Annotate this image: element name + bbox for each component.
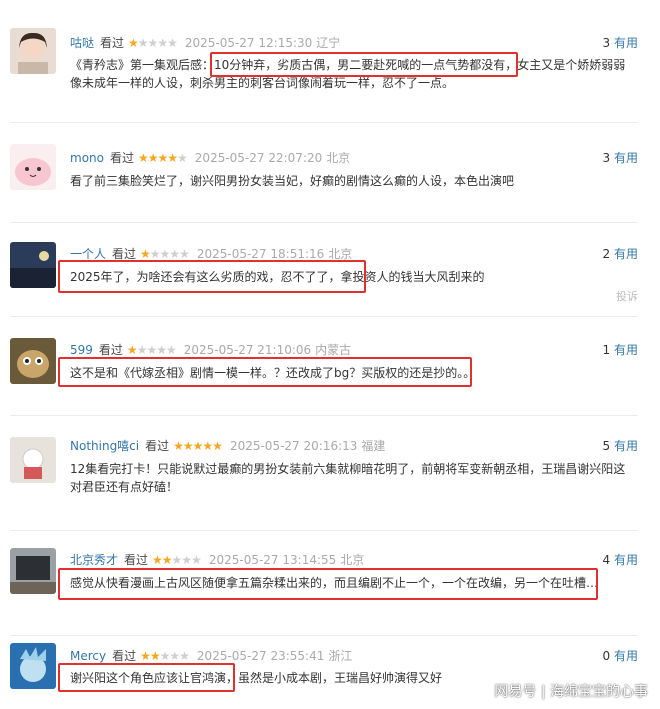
comment-item: Nothing嘻ci 看过 ★★★★★ 2025-05-27 20:16:13 … bbox=[0, 415, 660, 535]
useful-button[interactable]: 4 有用 bbox=[603, 551, 638, 568]
useful-count: 3 bbox=[602, 151, 611, 165]
useful-label: 有用 bbox=[613, 649, 638, 663]
comment-meta: mono 看过 ★★★★★ 2025-05-27 22:07:20 北京 bbox=[70, 149, 350, 166]
username-link[interactable]: 咕哒 bbox=[70, 34, 94, 51]
comment-meta: 599 看过 ★★★★★ 2025-05-27 21:10:06 内蒙古 bbox=[70, 341, 351, 358]
comment-item: 一个人 看过 ★★★★★ 2025-05-27 18:51:16 北京 2 有用… bbox=[0, 222, 660, 320]
comment-location: 浙江 bbox=[328, 649, 353, 663]
plush-toy-avatar-icon[interactable] bbox=[10, 437, 56, 483]
watermark: 网易号 | 海绵宝宝的心事 bbox=[494, 684, 648, 700]
highlight-box bbox=[58, 260, 366, 293]
useful-button[interactable]: 5 有用 bbox=[603, 437, 638, 454]
comment-item: mono 看过 ★★★★★ 2025-05-27 22:07:20 北京 3 有… bbox=[0, 122, 660, 222]
watch-status: 看过 bbox=[109, 151, 134, 165]
comment-time: 2025-05-27 18:51:16 bbox=[196, 246, 325, 261]
comment-text: 看了前三集脸笑烂了，谢兴阳男扮女装当妃，好癫的剧情这么癫的人设，本色出演吧 bbox=[70, 174, 515, 188]
rating-stars: ★★★★★ bbox=[128, 35, 178, 50]
useful-label: 有用 bbox=[613, 439, 638, 453]
useful-button[interactable]: 2 有用 bbox=[603, 245, 638, 262]
comment-meta: Mercy 看过 ★★★★★ 2025-05-27 23:55:41 浙江 bbox=[70, 647, 352, 664]
comment-time: 2025-05-27 23:55:41 bbox=[196, 648, 325, 663]
comment-time: 2025-05-27 20:16:13 bbox=[229, 438, 358, 453]
room-photo-avatar-icon[interactable] bbox=[10, 548, 56, 594]
rating-stars: ★★★★★ bbox=[140, 648, 190, 663]
comment-location: 北京 bbox=[326, 151, 351, 165]
watch-status: 看过 bbox=[98, 343, 123, 357]
watch-status: 看过 bbox=[100, 36, 125, 50]
highlight-box bbox=[58, 663, 235, 692]
comment-meta: 北京秀才 看过 ★★★★★ 2025-05-27 13:14:55 北京 bbox=[70, 551, 364, 568]
rating-stars: ★★★★★ bbox=[126, 342, 177, 357]
useful-count: 5 bbox=[602, 439, 611, 453]
useful-button[interactable]: 3 有用 bbox=[603, 149, 638, 166]
rating-stars: ★★★★★ bbox=[138, 150, 188, 165]
username-link[interactable]: Nothing嘻ci bbox=[70, 437, 139, 454]
comment-location: 福建 bbox=[361, 439, 386, 453]
watch-status: 看过 bbox=[145, 439, 170, 453]
useful-button[interactable]: 0 有用 bbox=[603, 647, 638, 664]
rick-cartoon-avatar-icon[interactable] bbox=[10, 643, 56, 689]
comment-item: 咕哒 看过 ★★★★★ 2025-05-27 12:15:30 辽宁 3 有用 … bbox=[0, 0, 660, 122]
pink-blob-avatar-icon[interactable] bbox=[10, 144, 56, 190]
useful-count: 3 bbox=[602, 36, 611, 50]
watch-status: 看过 bbox=[112, 649, 137, 663]
useful-button[interactable]: 1 有用 bbox=[603, 341, 638, 358]
useful-label: 有用 bbox=[613, 151, 638, 165]
useful-count: 2 bbox=[602, 247, 611, 261]
comment-time: 2025-05-27 13:14:55 bbox=[208, 552, 337, 567]
comment-time: 2025-05-27 22:07:20 bbox=[194, 150, 323, 165]
landscape-avatar-icon[interactable] bbox=[10, 242, 56, 288]
rating-stars: ★★★★★ bbox=[152, 552, 202, 567]
comment-meta: Nothing嘻ci 看过 ★★★★★ 2025-05-27 20:16:13 … bbox=[70, 437, 385, 454]
comment-location: 北京 bbox=[340, 553, 365, 567]
watch-status: 看过 bbox=[124, 553, 149, 567]
comment-time: 2025-05-27 21:10:06 bbox=[183, 342, 312, 357]
comment-item: 599 看过 ★★★★★ 2025-05-27 21:10:06 内蒙古 1 有… bbox=[0, 316, 660, 415]
username-link[interactable]: 599 bbox=[70, 343, 93, 357]
useful-count: 1 bbox=[602, 343, 611, 357]
useful-count: 4 bbox=[602, 553, 611, 567]
highlight-box bbox=[58, 357, 472, 387]
username-link[interactable]: mono bbox=[70, 151, 104, 165]
cartoon-animal-avatar-icon[interactable] bbox=[10, 338, 56, 384]
girl-avatar-icon[interactable] bbox=[10, 28, 56, 74]
useful-count: 0 bbox=[602, 649, 611, 663]
rating-stars: ★★★★★ bbox=[173, 438, 223, 453]
highlight-box bbox=[58, 568, 598, 600]
comment-location: 辽宁 bbox=[316, 36, 341, 50]
comment-time: 2025-05-27 12:15:30 bbox=[184, 35, 313, 50]
highlight-box bbox=[210, 52, 518, 77]
comment-text: 12集看完打卡！只能说默过最癫的男扮女装前六集就柳暗花明了，前朝将军变新朝丞相，… bbox=[70, 462, 626, 494]
report-link[interactable]: 投诉 bbox=[616, 288, 638, 304]
comment-meta: 咕哒 看过 ★★★★★ 2025-05-27 12:15:30 辽宁 bbox=[70, 34, 340, 51]
username-link[interactable]: 北京秀才 bbox=[70, 551, 118, 568]
comment-item: 北京秀才 看过 ★★★★★ 2025-05-27 13:14:55 北京 4 有… bbox=[0, 530, 660, 635]
useful-label: 有用 bbox=[613, 343, 638, 357]
rating-stars: ★★★★★ bbox=[140, 246, 190, 261]
useful-label: 有用 bbox=[613, 247, 638, 261]
useful-label: 有用 bbox=[613, 36, 638, 50]
comment-location: 内蒙古 bbox=[315, 343, 352, 357]
username-link[interactable]: Mercy bbox=[70, 649, 106, 663]
useful-label: 有用 bbox=[613, 553, 638, 567]
useful-button[interactable]: 3 有用 bbox=[603, 34, 638, 51]
